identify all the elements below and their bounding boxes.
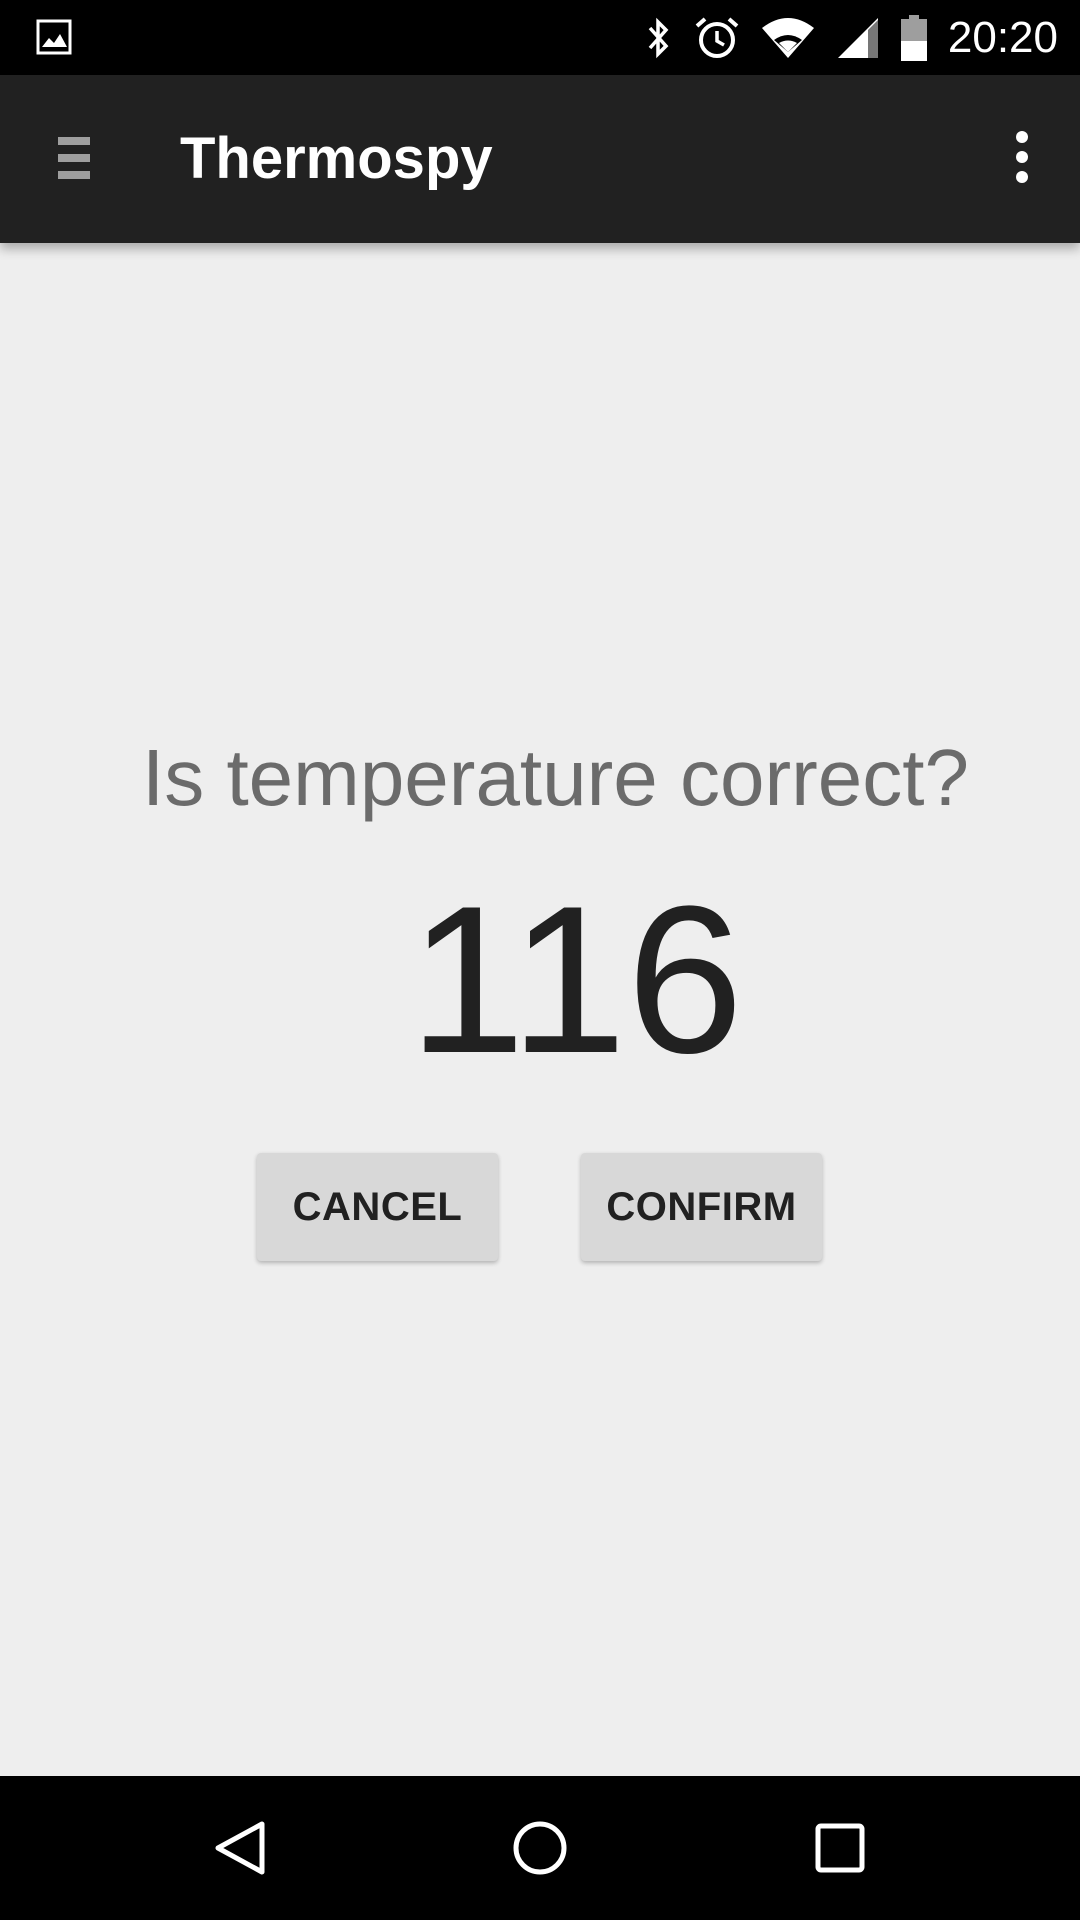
status-time: 20:20 bbox=[947, 12, 1058, 62]
confirm-button[interactable]: CONFIRM bbox=[581, 1153, 822, 1261]
navigation-bar bbox=[0, 1776, 1080, 1920]
image-notification-icon bbox=[36, 19, 72, 55]
home-icon[interactable] bbox=[504, 1812, 576, 1884]
app-title: Thermospy bbox=[180, 126, 493, 191]
recents-icon[interactable] bbox=[804, 1812, 876, 1884]
menu-icon[interactable] bbox=[58, 137, 90, 183]
temperature-value: 116 bbox=[408, 862, 744, 1097]
bluetooth-icon bbox=[642, 16, 674, 60]
cell-signal-icon bbox=[836, 16, 880, 60]
status-icons: 20:20 bbox=[622, 0, 1058, 75]
alarm-icon bbox=[694, 15, 740, 61]
battery-icon bbox=[900, 14, 928, 61]
back-icon[interactable] bbox=[204, 1812, 276, 1884]
overflow-menu-icon[interactable] bbox=[1004, 131, 1040, 187]
app-bar: Thermospy bbox=[0, 75, 1080, 243]
confirmation-question: Is temperature correct? bbox=[142, 733, 969, 822]
cancel-button[interactable]: CANCEL bbox=[257, 1153, 498, 1261]
wifi-icon bbox=[760, 16, 816, 60]
status-bar: 20:20 bbox=[0, 0, 1080, 75]
